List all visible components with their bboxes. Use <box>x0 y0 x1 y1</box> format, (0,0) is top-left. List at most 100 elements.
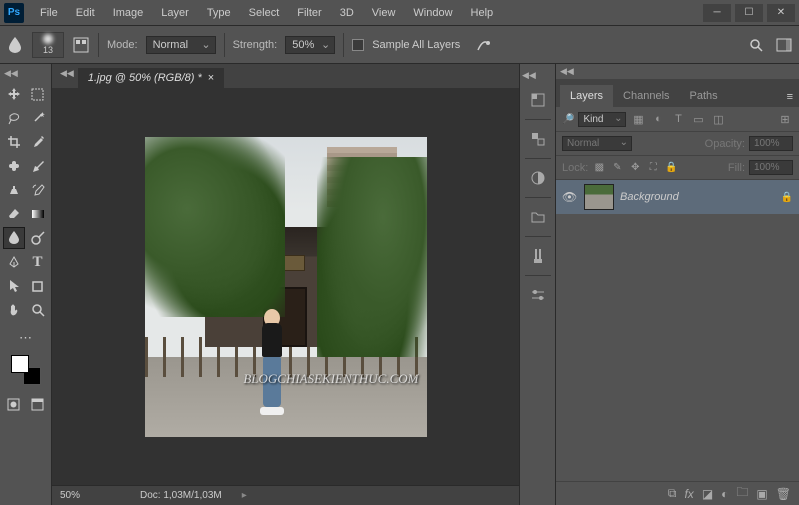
foreground-color[interactable] <box>11 355 29 373</box>
menu-select[interactable]: Select <box>241 3 288 23</box>
layers-collapse-icon[interactable]: ◀◀ <box>556 64 578 79</box>
history-panel-icon[interactable] <box>525 87 551 113</box>
dock-collapse-icon[interactable]: ◀◀ <box>520 68 538 83</box>
screen-mode-icon[interactable] <box>27 393 49 415</box>
layer-thumbnail[interactable] <box>584 184 614 210</box>
status-more-icon[interactable]: ▸ <box>242 490 247 501</box>
menu-type[interactable]: Type <box>199 3 239 23</box>
workspace-switcher-icon[interactable] <box>775 36 793 54</box>
filter-pixel-icon[interactable]: ▦ <box>630 111 646 127</box>
menu-help[interactable]: Help <box>463 3 502 23</box>
menu-window[interactable]: Window <box>405 3 460 23</box>
brush-preset-picker[interactable]: 13 <box>32 32 64 58</box>
pen-tool[interactable] <box>3 251 25 273</box>
dodge-tool[interactable] <box>27 227 49 249</box>
blur-tool[interactable] <box>3 227 25 249</box>
toolbox-collapse-icon[interactable]: ◀◀ <box>2 66 20 81</box>
crop-tool[interactable] <box>3 131 25 153</box>
tabs-collapse-icon[interactable]: ◀◀ <box>56 64 78 83</box>
clone-stamp-tool[interactable] <box>3 179 25 201</box>
toolbox: ◀◀ T ⋯ <box>0 64 52 505</box>
main-menu: File Edit Image Layer Type Select Filter… <box>32 3 501 23</box>
status-doc-info[interactable]: Doc: 1,03M/1,03M <box>140 490 222 501</box>
filter-smart-icon[interactable]: ◫ <box>710 111 726 127</box>
filter-toggle-icon[interactable]: ⊞ <box>777 111 793 127</box>
panel-menu-icon[interactable]: ≡ <box>781 87 799 107</box>
color-swatches[interactable] <box>11 355 41 385</box>
menu-layer[interactable]: Layer <box>153 3 197 23</box>
sample-all-layers-checkbox[interactable] <box>352 39 364 51</box>
hand-tool[interactable] <box>3 299 25 321</box>
marquee-tool[interactable] <box>27 83 49 105</box>
lock-fill-row: Lock: ▩ ✎ ✥ ⛶ 🔒 Fill: 100% <box>556 156 799 180</box>
properties-panel-icon[interactable] <box>525 282 551 308</box>
menu-edit[interactable]: Edit <box>68 3 103 23</box>
delete-layer-icon[interactable]: 🗑 <box>776 487 791 501</box>
mode-select[interactable]: Normal <box>146 36 216 54</box>
lock-all-icon[interactable]: 🔒 <box>664 161 678 175</box>
zoom-tool[interactable] <box>27 299 49 321</box>
layer-mask-icon[interactable]: ◪ <box>702 487 713 501</box>
tab-channels[interactable]: Channels <box>613 85 679 107</box>
shape-tool[interactable] <box>27 275 49 297</box>
minimize-button[interactable]: ─ <box>703 4 731 22</box>
menu-image[interactable]: Image <box>105 3 152 23</box>
right-panels: ◀◀ ◀◀ Layers Channels Paths ≡ 🔎 Kin <box>519 64 799 505</box>
layer-lock-icon[interactable]: 🔒 <box>781 192 793 203</box>
move-tool[interactable] <box>3 83 25 105</box>
eyedropper-tool[interactable] <box>27 131 49 153</box>
canvas-viewport[interactable]: BLOGCHIASEKIENTHUC.COM <box>52 88 519 485</box>
healing-brush-tool[interactable] <box>3 155 25 177</box>
menu-3d[interactable]: 3D <box>332 3 362 23</box>
link-layers-icon[interactable]: ⧉ <box>668 486 677 501</box>
layer-style-icon[interactable]: fx <box>684 487 693 501</box>
pressure-icon[interactable] <box>474 36 492 54</box>
layer-group-icon[interactable]: 🗀 <box>736 483 748 504</box>
blur-tool-icon[interactable] <box>6 36 24 54</box>
tab-paths[interactable]: Paths <box>680 85 728 107</box>
lock-position-icon[interactable]: ✥ <box>628 161 642 175</box>
menu-filter[interactable]: Filter <box>289 3 329 23</box>
history-brush-tool[interactable] <box>27 179 49 201</box>
fill-input[interactable]: 100% <box>749 160 793 175</box>
strength-select[interactable]: 50% <box>285 36 335 54</box>
window-controls: ─ ☐ ✕ <box>703 4 795 22</box>
adjustment-layer-icon[interactable]: ◐ <box>721 487 728 501</box>
lock-artboard-icon[interactable]: ⛶ <box>646 161 660 175</box>
close-button[interactable]: ✕ <box>767 4 795 22</box>
quick-mask-icon[interactable] <box>3 393 25 415</box>
filter-adjustment-icon[interactable]: ◐ <box>650 111 666 127</box>
magic-wand-tool[interactable] <box>27 107 49 129</box>
status-zoom[interactable]: 50% <box>60 490 120 501</box>
menu-view[interactable]: View <box>364 3 404 23</box>
brush-tool[interactable] <box>27 155 49 177</box>
blend-mode-select[interactable]: Normal <box>562 136 632 151</box>
lock-pixels-icon[interactable]: ✎ <box>610 161 624 175</box>
edit-toolbar-icon[interactable]: ⋯ <box>15 327 37 349</box>
libraries-panel-icon[interactable] <box>525 204 551 230</box>
brushes-panel-icon[interactable] <box>525 243 551 269</box>
layer-kind-select[interactable]: Kind <box>578 112 626 127</box>
eraser-tool[interactable] <box>3 203 25 225</box>
layer-name[interactable]: Background <box>620 191 775 203</box>
layer-row[interactable]: 👁 Background 🔒 <box>556 180 799 214</box>
adjustments-panel-icon[interactable] <box>525 165 551 191</box>
opacity-input[interactable]: 100% <box>749 136 793 151</box>
document-tab-close-icon[interactable]: × <box>208 72 214 84</box>
layer-visibility-icon[interactable]: 👁 <box>562 190 578 204</box>
lock-transparency-icon[interactable]: ▩ <box>592 161 606 175</box>
lasso-tool[interactable] <box>3 107 25 129</box>
menu-file[interactable]: File <box>32 3 66 23</box>
new-layer-icon[interactable]: ▣ <box>756 487 767 501</box>
search-icon[interactable] <box>747 36 765 54</box>
filter-type-icon[interactable]: T <box>670 111 686 127</box>
color-panel-icon[interactable] <box>525 126 551 152</box>
gradient-tool[interactable] <box>27 203 49 225</box>
tab-layers[interactable]: Layers <box>560 85 613 107</box>
brush-panel-toggle-icon[interactable] <box>72 36 90 54</box>
maximize-button[interactable]: ☐ <box>735 4 763 22</box>
filter-shape-icon[interactable]: ▭ <box>690 111 706 127</box>
document-tab[interactable]: 1.jpg @ 50% (RGB/8) * × <box>78 68 224 88</box>
path-selection-tool[interactable] <box>3 275 25 297</box>
type-tool[interactable]: T <box>27 251 49 273</box>
